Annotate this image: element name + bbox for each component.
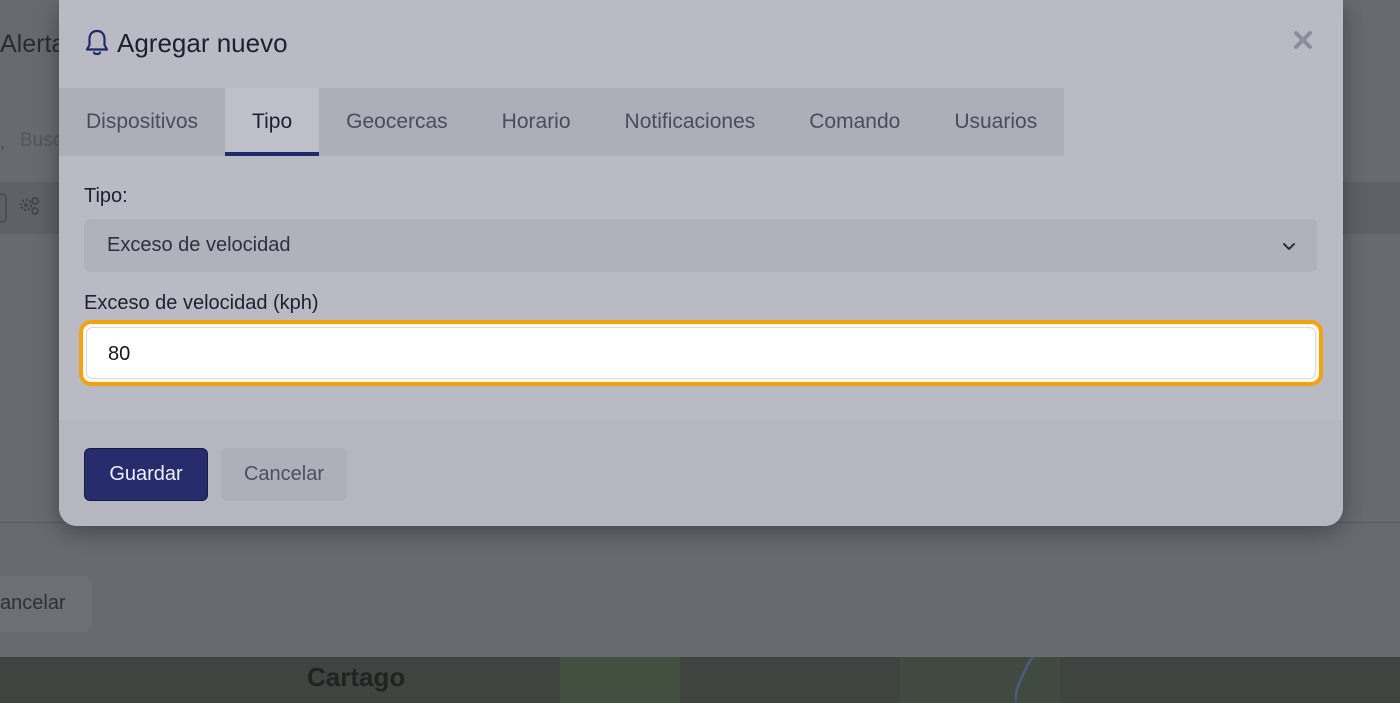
- type-select[interactable]: Exceso de velocidad: [84, 219, 1317, 272]
- toolbar-button[interactable]: [0, 193, 7, 223]
- search-icon: ,: [0, 132, 6, 152]
- chevron-down-icon: [1283, 243, 1295, 250]
- speed-input-focus-ring: 80: [79, 320, 1323, 386]
- tab-tipo[interactable]: Tipo: [225, 88, 320, 156]
- tab-horario[interactable]: Horario: [475, 88, 598, 156]
- cancel-button[interactable]: Cancelar: [221, 448, 347, 501]
- tab-usuarios[interactable]: Usuarios: [927, 88, 1064, 156]
- tab-dispositivos[interactable]: Dispositivos: [59, 88, 225, 156]
- modal-header: Agregar nuevo: [59, 0, 1343, 88]
- speed-label: Exceso de velocidad (kph): [84, 292, 319, 314]
- speed-input[interactable]: 80: [86, 327, 1316, 379]
- close-icon[interactable]: [1289, 26, 1317, 54]
- map[interactable]: Cartago: [0, 657, 1400, 703]
- tab-notificaciones[interactable]: Notificaciones: [598, 88, 783, 156]
- map-area: [560, 657, 680, 703]
- map-label: Cartago: [307, 662, 406, 692]
- background-cancel-button[interactable]: ancelar: [0, 576, 92, 632]
- save-button[interactable]: Guardar: [84, 448, 208, 501]
- tab-comando[interactable]: Comando: [782, 88, 927, 156]
- page-title: Alerta: [0, 30, 66, 58]
- gears-icon[interactable]: [18, 196, 40, 218]
- type-label: Tipo:: [84, 185, 128, 207]
- modal-footer: Guardar Cancelar: [59, 420, 1343, 526]
- search-input[interactable]: Busc: [20, 130, 62, 152]
- modal-title: Agregar nuevo: [117, 28, 288, 58]
- bell-icon: [85, 29, 109, 56]
- tab-bar: Dispositivos Tipo Geocercas Horario Noti…: [59, 88, 1065, 156]
- type-select-value: Exceso de velocidad: [107, 234, 291, 256]
- add-alert-modal: Agregar nuevo Dispositivos Tipo Geocerca…: [59, 0, 1343, 526]
- tab-geocercas[interactable]: Geocercas: [319, 88, 475, 156]
